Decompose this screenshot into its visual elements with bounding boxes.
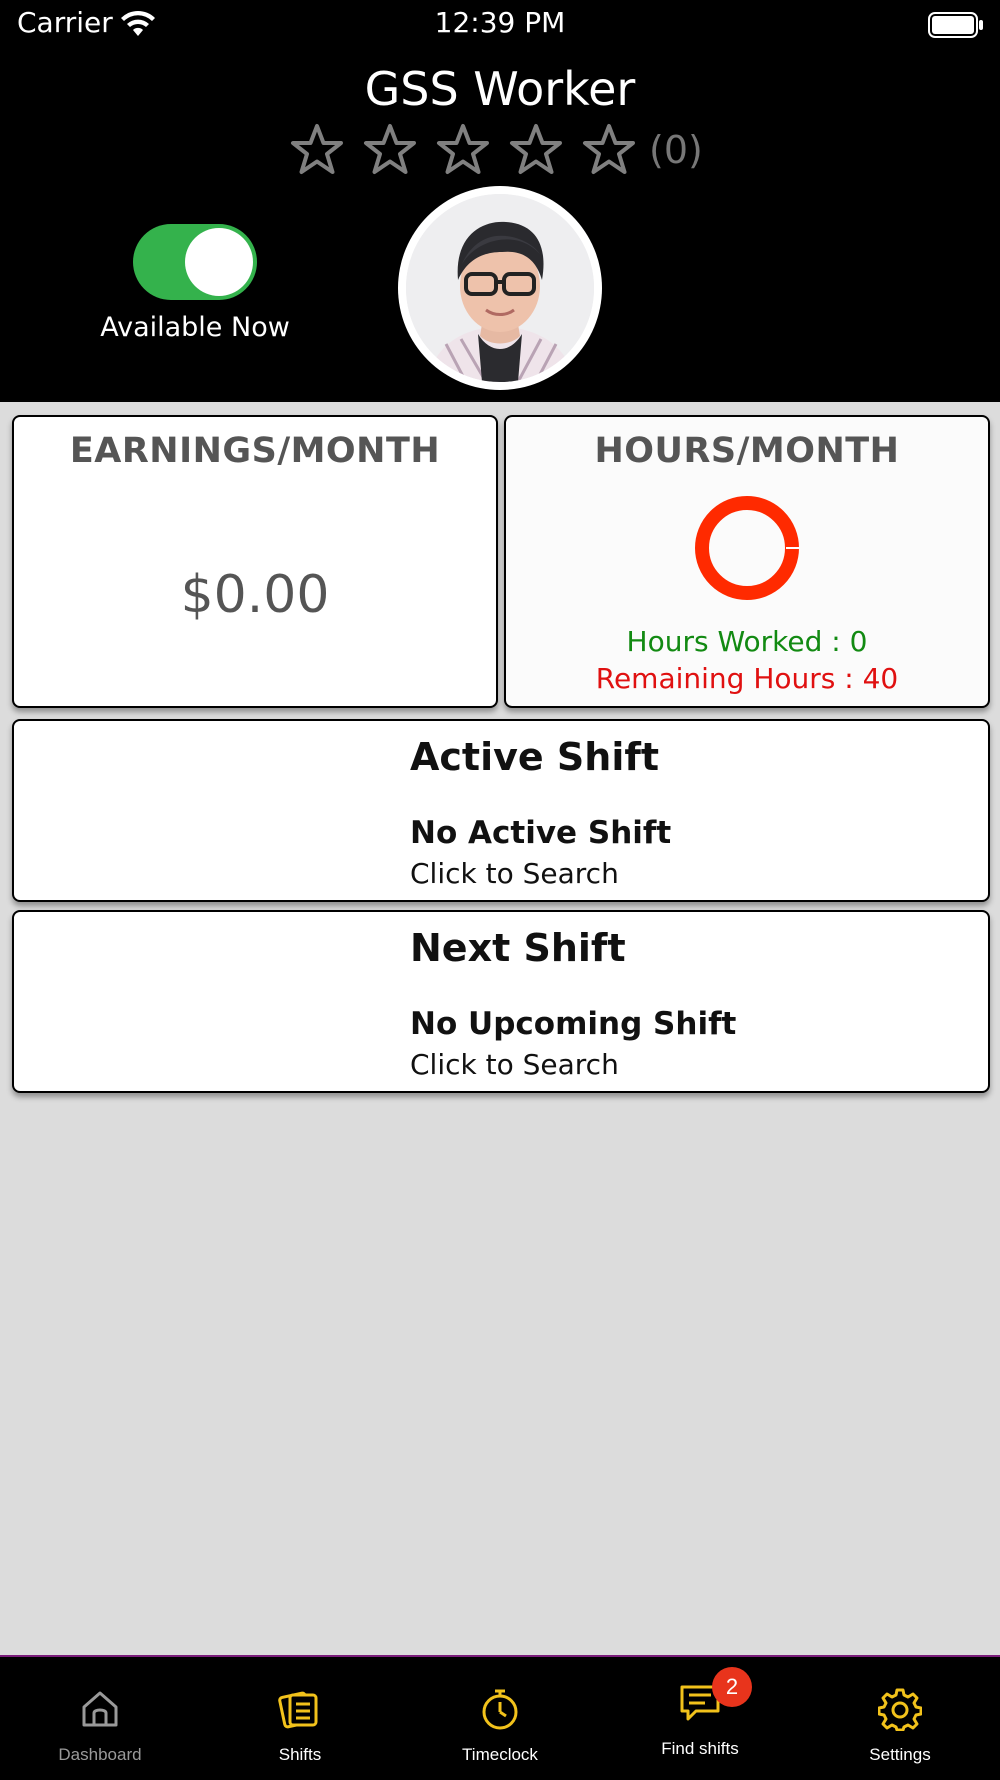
tab-label: Find shifts [661,1739,739,1758]
available-now-toggle[interactable] [133,224,257,300]
document-stack-icon [278,1691,318,1729]
active-shift-card[interactable]: Active Shift No Active Shift Click to Se… [12,719,990,902]
next-shift-search-link[interactable]: Click to Search [410,1048,619,1081]
active-shift-status: No Active Shift [410,815,672,851]
availability-label: Available Now [100,312,290,343]
active-shift-search-link[interactable]: Click to Search [410,857,619,890]
home-icon [82,1691,118,1727]
notification-badge: 2 [712,1667,752,1707]
tab-label: Settings [869,1745,931,1764]
person-portrait-icon [406,194,594,382]
star-icon [437,124,489,174]
tab-label: Shifts [278,1745,322,1764]
tab-bar: Dashboard Shifts Timeclock 2 Find shifts [0,1655,1000,1780]
hours-worked-label: Hours Worked : 0 [626,625,868,658]
next-shift-status: No Upcoming Shift [410,1006,737,1042]
star-icon [364,124,416,174]
tab-shifts[interactable]: Shifts [200,1657,400,1780]
tab-settings[interactable]: Settings [800,1657,1000,1780]
next-shift-title: Next Shift [410,926,626,970]
star-icon [291,124,343,174]
hours-remaining-label: Remaining Hours : 40 [595,662,899,695]
availability-control: Available Now [95,224,295,343]
avatar[interactable] [398,186,602,390]
earnings-value: $0.00 [180,565,330,625]
status-bar: Carrier 12:39 PM [0,0,1000,52]
tab-find-shifts[interactable]: 2 Find shifts [600,1657,800,1780]
ring-remaining-arc [695,496,799,600]
active-shift-title: Active Shift [410,735,660,779]
battery-icon [928,12,983,38]
stopwatch-icon [482,1689,518,1730]
star-icon [583,124,635,174]
page-title: GSS Worker [364,62,636,116]
hours-card[interactable]: HOURS/MONTH Hours Worked : 0 Remaining H… [504,415,990,708]
hours-progress-ring [695,496,800,600]
tab-timeclock[interactable]: Timeclock [400,1657,600,1780]
star-rating: (0) [290,122,703,178]
earnings-card[interactable]: EARNINGS/MONTH $0.00 [12,415,498,708]
rating-count: (0) [649,128,703,172]
gear-icon [878,1688,922,1731]
hours-heading: HOURS/MONTH [594,431,900,471]
earnings-heading: EARNINGS/MONTH [69,431,441,471]
tab-label: Dashboard [58,1745,142,1764]
next-shift-card[interactable]: Next Shift No Upcoming Shift Click to Se… [12,910,990,1093]
tab-label: Timeclock [462,1745,538,1764]
profile-header: Carrier 12:39 PM GSS Worker (0) Availabl… [0,0,1000,402]
status-time: 12:39 PM [434,6,566,39]
star-icon [510,124,562,174]
toggle-knob [185,228,253,296]
avatar-photo [406,194,594,382]
tab-dashboard[interactable]: Dashboard [0,1657,200,1780]
